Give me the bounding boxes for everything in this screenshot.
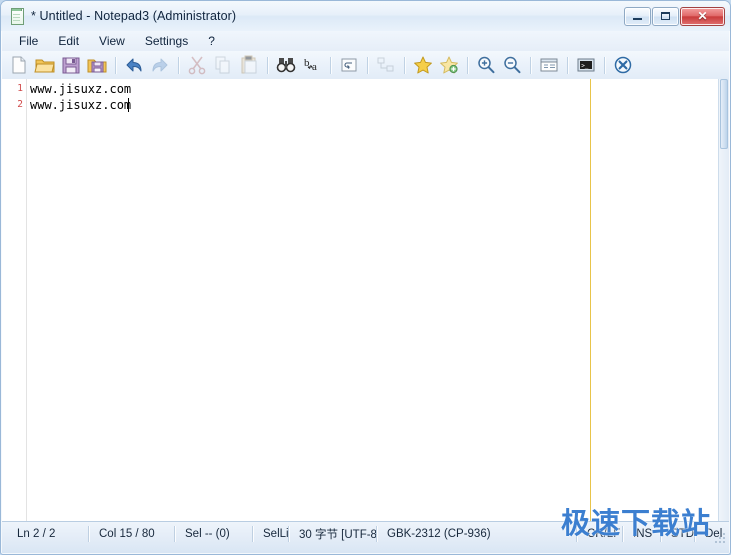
toolbar-separator [115,57,116,74]
bytes-indicator[interactable]: 30 字节 [UTF-8] [292,525,376,543]
zoom-out-icon[interactable] [501,54,523,76]
title-bar[interactable]: * Untitled - Notepad3 (Administrator) ✕ [1,1,730,31]
mode-indicator[interactable]: STD [664,525,698,543]
status-divider [576,526,577,542]
find-icon[interactable] [275,54,297,76]
toolbar-separator [530,57,531,74]
svg-text:>_: >_ [581,62,589,69]
status-bar: Ln 2 / 2 Col 15 / 80 Sel -- (0) SelLi 30… [2,522,729,553]
menu-bar: File Edit View Settings ? [2,31,729,51]
replace-icon[interactable]: b a [301,54,323,76]
close-button[interactable]: ✕ [680,7,725,26]
notepad-document-icon [9,8,25,24]
paste-icon [238,54,260,76]
minimize-icon [633,18,642,20]
save-file-icon[interactable] [60,54,82,76]
toolbar-separator [567,57,568,74]
margin-guide-line [590,79,591,521]
toolbar-separator [604,57,605,74]
text-caret [128,98,129,112]
line-indicator[interactable]: Ln 2 / 2 [10,525,88,543]
toolbar-separator [178,57,179,74]
encoding-indicator[interactable]: GBK-2312 (CP-936) [380,525,576,543]
resize-grip[interactable] [715,533,725,543]
maximize-button[interactable] [652,7,679,26]
toggle-view-icon[interactable] [538,54,560,76]
toolbar-separator [367,57,368,74]
line-number-gutter: 1 2 [2,79,27,521]
window-controls: ✕ [624,7,730,26]
editor-area[interactable]: 1 2 www.jisuxz.com www.jisuxz.com [2,79,729,522]
status-divider [88,526,89,542]
eol-indicator[interactable]: CR/LF [580,525,622,543]
selection-indicator[interactable]: Sel -- (0) [178,525,252,543]
status-divider [694,526,695,542]
toolbar-separator [330,57,331,74]
toolbar-separator [404,57,405,74]
menu-item-help[interactable]: ? [199,32,224,50]
menu-item-view[interactable]: View [90,32,134,50]
menu-item-file[interactable]: File [10,32,47,50]
zoom-in-icon[interactable] [475,54,497,76]
status-divider [174,526,175,542]
insert-mode-indicator[interactable]: INS [626,525,660,543]
status-divider [376,526,377,542]
line-number: 2 [17,99,23,110]
new-file-icon[interactable] [8,54,30,76]
scrollbar-thumb[interactable] [720,79,728,149]
status-divider [252,526,253,542]
sel-lines-indicator[interactable]: SelLi [256,525,288,543]
menu-item-edit[interactable]: Edit [49,32,88,50]
toolbar-separator [267,57,268,74]
status-divider [622,526,623,542]
undo-icon[interactable] [123,54,145,76]
word-wrap-icon[interactable] [338,54,360,76]
status-divider [288,526,289,542]
cut-icon [186,54,208,76]
close-icon: ✕ [697,10,707,22]
text-line: www.jisuxz.com [30,81,131,97]
open-file-icon[interactable] [34,54,56,76]
line-number: 1 [17,83,23,94]
menu-item-settings[interactable]: Settings [136,32,197,50]
text-line: www.jisuxz.com [30,97,131,113]
notepad3-window: * Untitled - Notepad3 (Administrator) ✕ … [0,0,731,555]
indent-icon [375,54,397,76]
redo-icon [149,54,171,76]
toolbar: b a [2,51,729,80]
vertical-scrollbar[interactable] [718,79,729,521]
exit-icon[interactable] [612,54,634,76]
maximize-icon [661,12,670,20]
toolbar-separator [467,57,468,74]
save-as-icon[interactable] [86,54,108,76]
svg-text:a: a [312,61,317,73]
column-indicator[interactable]: Col 15 / 80 [92,525,176,543]
bookmark-icon[interactable] [412,54,434,76]
text-content[interactable]: www.jisuxz.com www.jisuxz.com [27,79,717,521]
window-title: * Untitled - Notepad3 (Administrator) [31,9,236,23]
minimize-button[interactable] [624,7,651,26]
add-bookmark-icon[interactable] [438,54,460,76]
status-divider [660,526,661,542]
console-icon[interactable]: >_ [575,54,597,76]
copy-icon [212,54,234,76]
